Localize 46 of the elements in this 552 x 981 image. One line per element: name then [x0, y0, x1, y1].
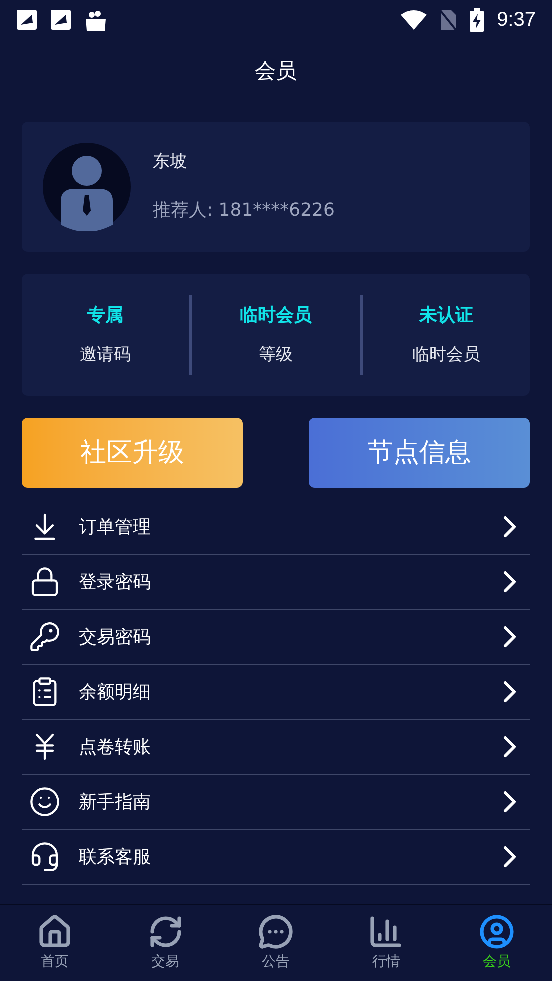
refresh-icon — [148, 914, 184, 950]
stat-value: 未认证 — [419, 304, 474, 328]
user-icon — [478, 914, 515, 950]
menu-label: 新手指南 — [79, 790, 152, 814]
app-notification-icon — [50, 9, 72, 31]
page-title: 会员 — [255, 58, 297, 86]
wifi-icon — [401, 10, 428, 30]
stat-label: 等级 — [258, 344, 293, 367]
lock-icon — [29, 566, 61, 598]
menu-item[interactable]: 新手指南 — [22, 775, 530, 830]
stat-label: 邀请码 — [80, 344, 132, 367]
battery-icon — [469, 8, 486, 32]
menu-item[interactable]: 余额明细 — [22, 665, 530, 720]
menu-item[interactable]: 交易密码 — [22, 610, 530, 665]
tab-item[interactable]: 交易 — [110, 905, 221, 981]
menu-item[interactable]: 订单管理 — [22, 500, 530, 555]
avatar-icon — [43, 143, 131, 231]
menu-item[interactable]: 登录密码 — [22, 555, 530, 610]
bar-chart-icon — [368, 914, 404, 950]
no-sim-icon — [439, 9, 458, 31]
stat-value: 临时会员 — [240, 304, 312, 328]
menu-label: 订单管理 — [79, 516, 152, 540]
menu-label: 点卷转账 — [79, 736, 152, 760]
key-icon — [29, 621, 61, 653]
action-button[interactable]: 节点信息 — [309, 418, 530, 488]
clock-time: 9:37 — [497, 8, 536, 33]
tab-item[interactable]: 公告 — [220, 905, 332, 981]
home-icon — [37, 914, 74, 950]
tab-item[interactable]: 首页 — [0, 905, 110, 981]
user-name: 东坡 — [153, 150, 188, 174]
headset-icon — [29, 841, 61, 873]
bag-icon — [84, 8, 108, 32]
tab-item[interactable]: 行情 — [331, 905, 442, 981]
menu-label: 登录密码 — [79, 570, 152, 594]
stat-label: 临时会员 — [412, 344, 480, 367]
smiley-icon — [29, 786, 61, 818]
tab-item[interactable]: 会员 — [442, 905, 552, 981]
menu-label: 余额明细 — [79, 680, 152, 704]
chat-icon — [258, 914, 294, 950]
menu-item[interactable]: 点卷转账 — [22, 720, 530, 775]
stat-value: 专属 — [88, 304, 124, 328]
menu-item[interactable]: 联系客服 — [22, 830, 530, 885]
app-notification-icon — [16, 9, 38, 31]
menu-label: 联系客服 — [79, 846, 152, 870]
referrer-text: 推荐人: 181****6226 — [153, 199, 335, 224]
menu-label: 交易密码 — [79, 626, 152, 650]
